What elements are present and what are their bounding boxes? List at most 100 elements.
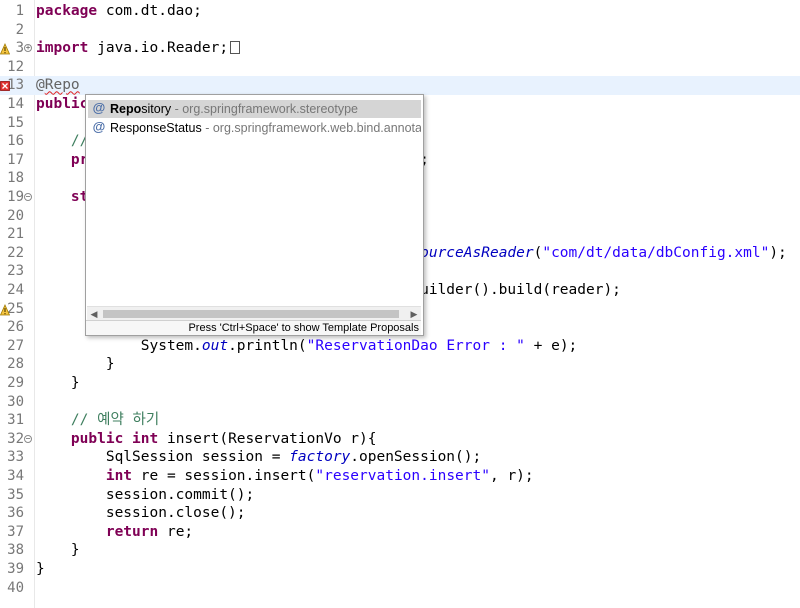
code-line[interactable]: 12 <box>0 58 800 77</box>
scroll-thumb[interactable] <box>103 310 399 318</box>
warning-icon[interactable] <box>0 42 11 55</box>
scroll-right-icon[interactable]: ▶ <box>407 307 421 321</box>
code-token: package <box>36 3 98 19</box>
code-line[interactable]: 13 @Repo <box>0 76 800 95</box>
code-line[interactable]: 30 <box>0 393 800 412</box>
code-token: com.dt.dao; <box>97 3 202 19</box>
code-token: re = session.insert( <box>132 468 316 484</box>
line-number: 1 <box>15 3 24 19</box>
line-code[interactable]: public int insert(ReservationVo r){ <box>36 430 377 449</box>
line-number: 17 <box>7 151 24 168</box>
proposal-item[interactable]: @ ResponseStatus - org.springframework.we… <box>88 119 421 137</box>
proposal-match: Repo <box>110 102 142 116</box>
code-line[interactable]: 35 session.commit(); <box>0 486 800 505</box>
line-code[interactable]: // 예약 하기 <box>36 411 159 430</box>
line-code[interactable]: } <box>36 355 115 374</box>
line-number: 33 <box>7 449 24 466</box>
code-line[interactable]: 37 return re; <box>0 523 800 542</box>
line-number: 27 <box>7 337 24 354</box>
line-number: 38 <box>7 542 24 559</box>
horizontal-scrollbar[interactable]: ◀ ▶ <box>87 306 421 321</box>
line-code[interactable]: session.commit(); <box>36 486 254 505</box>
line-number: 28 <box>7 356 24 373</box>
line-number: 36 <box>7 505 24 522</box>
code-line[interactable]: 29 } <box>0 374 800 393</box>
line-number: 2 <box>15 21 24 38</box>
line-code[interactable]: @Repo <box>36 76 80 95</box>
line-number: 21 <box>7 226 24 243</box>
code-token: "reservation.insert" <box>315 468 490 484</box>
line-code[interactable]: session.close(); <box>36 504 246 523</box>
content-assist-popup[interactable]: @ Repository - org.springframework.stereo… <box>85 94 424 336</box>
line-code[interactable]: } <box>36 374 80 393</box>
code-line[interactable]: 27 System.out.println("ReservationDao Er… <box>0 337 800 356</box>
line-number: 39 <box>7 561 24 577</box>
line-number: 31 <box>7 412 24 429</box>
code-token: sourceAsReader <box>411 244 534 261</box>
assist-status-text: Press 'Ctrl+Space' to show Template Prop… <box>86 320 421 335</box>
line-code[interactable]: return re; <box>36 523 193 542</box>
code-token: public <box>36 96 89 112</box>
folded-region-icon[interactable] <box>230 41 241 55</box>
code-line[interactable]: 31 // 예약 하기 <box>0 411 800 430</box>
proposal-qualifier: - org.springframework.stereotype <box>171 102 359 116</box>
line-code[interactable]: } <box>36 541 80 560</box>
annotation-icon: @ <box>92 100 106 115</box>
code-line[interactable]: 39} <box>0 560 800 579</box>
fold-collapse-icon[interactable]: − <box>24 434 32 443</box>
code-line[interactable]: 38 } <box>0 541 800 560</box>
code-line[interactable]: 36 session.close(); <box>0 504 800 523</box>
line-number: 32 <box>7 430 24 447</box>
code-line[interactable]: 34 int re = session.insert("reservation.… <box>0 467 800 486</box>
line-code[interactable]: int re = session.insert("reservation.ins… <box>36 467 534 486</box>
warning-icon[interactable] <box>0 303 11 315</box>
code-token: ); <box>769 244 787 261</box>
code-token: } <box>36 356 115 373</box>
code-token: } <box>36 542 80 559</box>
code-token: "com/dt/data/dbConfig.xml" <box>542 244 770 261</box>
code-token: java.io.Reader; <box>88 40 229 57</box>
code-token: int <box>105 468 133 484</box>
code-token: @ <box>36 77 45 94</box>
code-token: , r); <box>489 468 534 484</box>
proposal-label: Repository - org.springframework.stereot… <box>110 100 358 118</box>
code-token: } <box>36 375 80 391</box>
code-line[interactable]: 32− public int insert(ReservationVo r){ <box>0 430 800 449</box>
code-token: .openSession(); <box>350 449 482 466</box>
scroll-left-icon[interactable]: ◀ <box>87 307 101 321</box>
proposal-label: ResponseStatus - org.springframework.web… <box>110 119 421 137</box>
code-line[interactable]: 2 <box>0 21 800 40</box>
line-number: 15 <box>7 114 24 131</box>
code-token: import <box>36 40 89 57</box>
error-icon[interactable] <box>0 79 10 92</box>
line-number: 19 <box>7 189 24 205</box>
proposal-item[interactable]: @ Repository - org.springframework.stereo… <box>88 100 421 118</box>
code-line[interactable]: 3 + import java.io.Reader; <box>0 39 800 58</box>
line-code[interactable]: import java.io.Reader; <box>36 39 241 58</box>
code-token: session.close(); <box>36 505 246 522</box>
fold-expand-icon[interactable]: + <box>24 44 32 53</box>
line-code[interactable]: SqlSession session = factory.openSession… <box>36 448 481 467</box>
line-number: 29 <box>7 375 24 391</box>
code-token: factory <box>289 449 351 466</box>
line-code[interactable]: } <box>36 560 45 579</box>
code-line[interactable]: 40 <box>0 579 800 598</box>
fold-collapse-icon[interactable]: − <box>24 193 32 201</box>
line-number: 22 <box>7 244 24 261</box>
code-token: .println( <box>228 337 307 354</box>
code-token: System. <box>36 337 202 354</box>
code-token: Repo <box>44 77 80 94</box>
code-line[interactable]: 33 SqlSession session = factory.openSess… <box>0 448 800 467</box>
code-line[interactable]: 28 } <box>0 355 800 374</box>
code-token: // 예약 하기 <box>70 412 160 429</box>
line-code[interactable]: package com.dt.dao; <box>36 2 202 21</box>
proposal-name: ResponseStatus <box>110 121 202 135</box>
code-token: out <box>201 337 229 354</box>
code-line[interactable]: 1 package com.dt.dao; <box>0 2 800 21</box>
proposal-name: sitory <box>141 102 172 116</box>
line-code[interactable]: System.out.println("ReservationDao Error… <box>36 337 578 356</box>
